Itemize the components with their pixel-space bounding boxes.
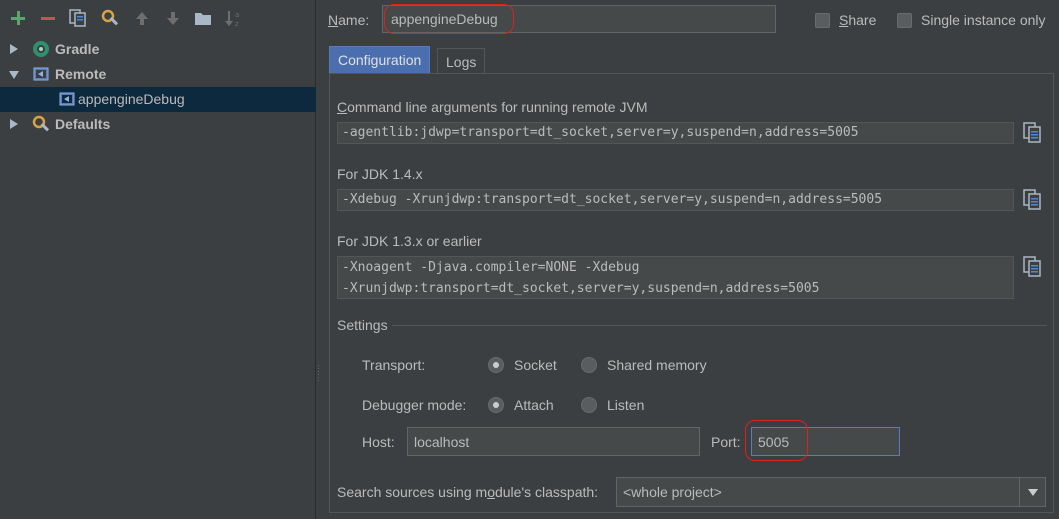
defaults-wrench-icon xyxy=(32,115,50,133)
tree-item-label: appengineDebug xyxy=(78,91,185,107)
module-classpath-select[interactable]: <whole project> xyxy=(616,477,1046,507)
tree-item-gradle[interactable]: Gradle xyxy=(0,37,316,62)
jdk14-label: For JDK 1.4.x xyxy=(337,166,423,182)
transport-socket-label: Socket xyxy=(514,357,557,373)
jdk14-field[interactable]: -Xdebug -Xrunjdwp:transport=dt_socket,se… xyxy=(337,189,1014,211)
tree-item-label: Gradle xyxy=(55,41,100,57)
tree-item-label: Defaults xyxy=(55,116,111,132)
move-down-icon[interactable] xyxy=(163,8,183,28)
share-checkbox[interactable] xyxy=(815,13,830,28)
svg-text:a: a xyxy=(235,11,239,19)
annotation-circle-name xyxy=(384,4,514,34)
transport-shared-memory-radio[interactable] xyxy=(581,357,597,373)
host-field[interactable]: localhost xyxy=(407,427,700,456)
expand-arrow-icon[interactable] xyxy=(10,119,18,129)
jdk13-line1: -Xnoagent -Djava.compiler=NONE -Xdebug xyxy=(342,260,640,275)
tab-logs[interactable]: Logs xyxy=(437,48,486,74)
collapse-arrow-icon[interactable] xyxy=(9,71,19,79)
copy-icon[interactable] xyxy=(68,8,88,28)
jdk13-label: For JDK 1.3.x or earlier xyxy=(337,233,482,249)
settings-group-label: Settings xyxy=(337,317,388,333)
debugger-mode-attach-label: Attach xyxy=(514,397,554,413)
annotation-circle-port xyxy=(745,420,808,461)
tree-item-defaults[interactable]: Defaults xyxy=(0,112,316,137)
move-up-icon[interactable] xyxy=(132,8,152,28)
chevron-down-icon xyxy=(1027,488,1038,496)
share-label: Share xyxy=(839,12,877,28)
wrench-icon[interactable] xyxy=(100,8,120,28)
copy-icon[interactable] xyxy=(1022,256,1042,278)
copy-icon[interactable] xyxy=(1022,122,1042,144)
single-instance-checkbox[interactable] xyxy=(897,13,912,28)
tree-item-appenginedebug[interactable]: appengineDebug xyxy=(0,87,316,112)
run-configurations-panel: az Gradle Remote appengineDebug Defaults xyxy=(0,0,316,519)
settings-divider xyxy=(392,325,1047,326)
sort-alpha-icon[interactable]: az xyxy=(224,8,244,28)
host-label: Host: xyxy=(362,434,395,450)
tab-configuration[interactable]: Configuration xyxy=(329,46,431,74)
configurations-toolbar: az xyxy=(0,0,316,36)
remove-icon[interactable] xyxy=(38,8,58,28)
name-label: Name: xyxy=(328,12,370,28)
module-classpath-value: <whole project> xyxy=(623,484,722,500)
debugger-mode-listen-label: Listen xyxy=(607,397,645,413)
single-instance-label: Single instance only xyxy=(921,12,1046,28)
jdk13-line2: -Xrunjdwp:transport=dt_socket,server=y,s… xyxy=(342,281,820,296)
transport-socket-radio[interactable] xyxy=(488,357,504,373)
expand-arrow-icon[interactable] xyxy=(10,44,18,54)
command-line-label: Command line arguments for running remot… xyxy=(337,99,648,115)
remote-config-icon xyxy=(58,90,76,108)
debugger-mode-label: Debugger mode: xyxy=(362,397,467,413)
svg-text:z: z xyxy=(235,20,239,27)
add-icon[interactable] xyxy=(8,8,28,28)
folder-icon[interactable] xyxy=(193,8,213,28)
transport-label: Transport: xyxy=(362,357,426,373)
configuration-editor: Name: appengineDebug Share Single instan… xyxy=(320,0,1059,519)
tree-item-remote[interactable]: Remote xyxy=(0,62,316,87)
command-line-field[interactable]: -agentlib:jdwp=transport=dt_socket,serve… xyxy=(337,122,1014,144)
debugger-mode-listen-radio[interactable] xyxy=(581,397,597,413)
gradle-icon xyxy=(32,40,50,58)
port-label: Port: xyxy=(711,434,741,450)
jdk13-field[interactable]: -Xnoagent -Djava.compiler=NONE -Xdebug -… xyxy=(337,256,1014,299)
tree-item-label: Remote xyxy=(55,66,107,82)
remote-icon xyxy=(32,65,50,83)
debugger-mode-attach-radio[interactable] xyxy=(488,397,504,413)
module-classpath-label: Search sources using module's classpath: xyxy=(337,484,599,500)
configuration-tab-content: Command line arguments for running remot… xyxy=(329,73,1054,513)
host-field-value: localhost xyxy=(414,433,470,450)
dropdown-button[interactable] xyxy=(1019,478,1045,506)
copy-icon[interactable] xyxy=(1022,189,1042,211)
transport-shared-memory-label: Shared memory xyxy=(607,357,707,373)
